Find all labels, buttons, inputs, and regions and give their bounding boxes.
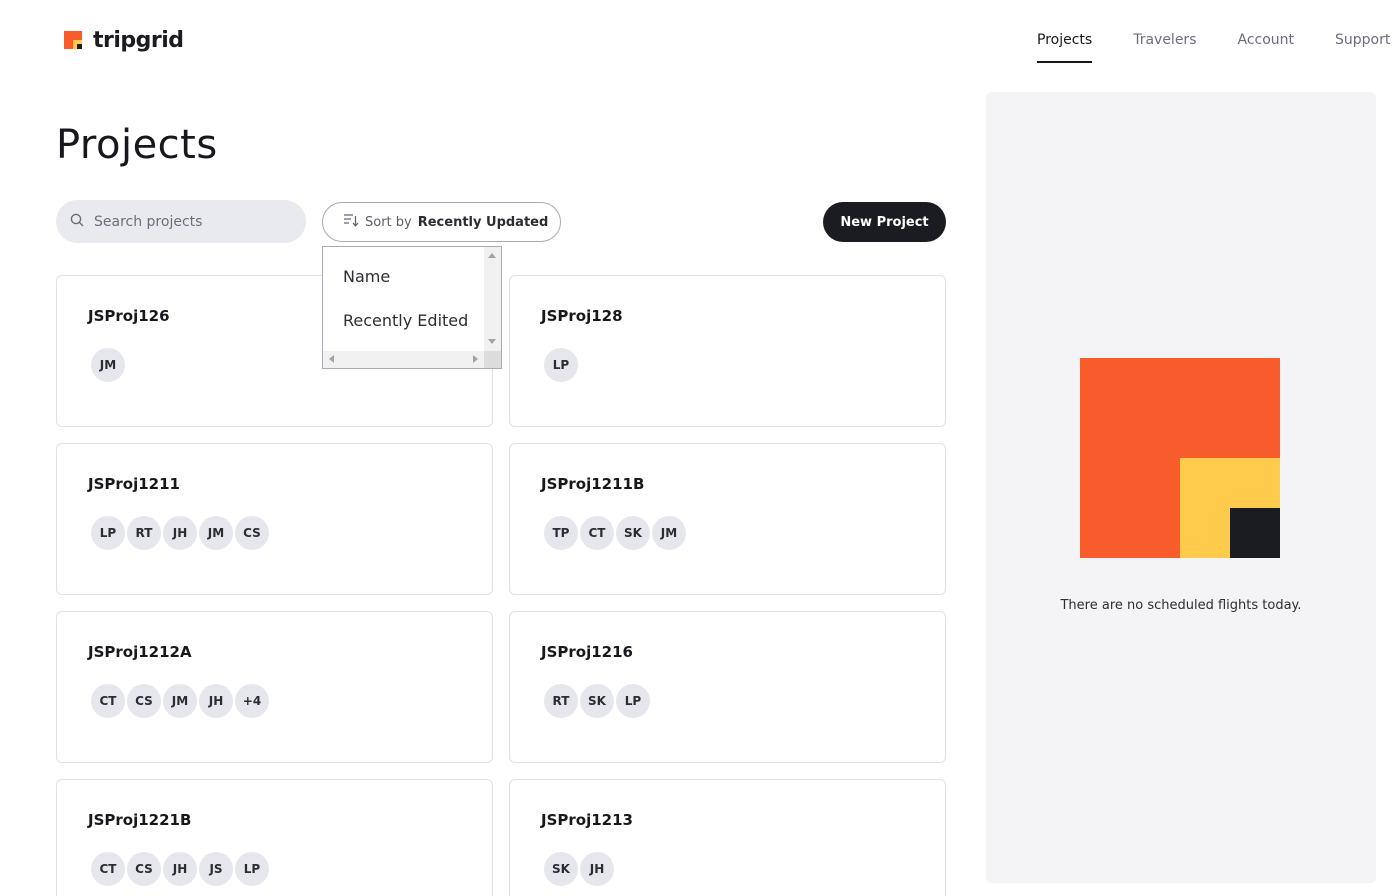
avatar: SK: [578, 682, 616, 720]
nav-item-projects[interactable]: Projects: [1037, 32, 1093, 63]
scroll-right-icon[interactable]: [473, 355, 478, 363]
scroll-left-icon[interactable]: [329, 355, 334, 363]
nav-item-travelers[interactable]: Travelers: [1133, 32, 1196, 63]
sort-dropdown: Name Recently Edited: [322, 246, 502, 369]
nav-item-support[interactable]: Support: [1335, 32, 1390, 63]
avatar: TP: [542, 514, 580, 552]
brand-name: tripgrid: [93, 28, 184, 53]
avatar: LP: [542, 346, 580, 384]
avatar: JH: [197, 682, 235, 720]
avatar: JM: [161, 682, 199, 720]
project-card[interactable]: JSProj1216 RT SK LP: [509, 611, 946, 763]
avatar: LP: [89, 514, 127, 552]
new-project-button[interactable]: New Project: [823, 202, 946, 242]
avatar: SK: [542, 850, 580, 888]
project-card[interactable]: JSProj1221B CT CS JH JS LP: [56, 779, 493, 896]
sort-select[interactable]: Sort by Recently Updated: [322, 202, 561, 242]
project-card[interactable]: JSProj1211 LP RT JH JM CS: [56, 443, 493, 595]
sort-option-recently-edited[interactable]: Recently Edited: [343, 311, 468, 330]
member-avatars: SK JH: [542, 850, 945, 888]
member-avatars: LP RT JH JM CS: [89, 514, 492, 552]
page-title: Projects: [56, 122, 218, 168]
avatar: CT: [578, 514, 616, 552]
avatar: CS: [125, 850, 163, 888]
avatar: CS: [125, 682, 163, 720]
avatar: LP: [233, 850, 271, 888]
search-box[interactable]: [56, 200, 306, 243]
sort-option-name[interactable]: Name: [343, 267, 390, 286]
top-nav: Projects Travelers Account Support: [1037, 32, 1390, 63]
member-avatars: TP CT SK JM: [542, 514, 945, 552]
avatar: RT: [125, 514, 163, 552]
flights-panel: There are no scheduled flights today.: [986, 92, 1376, 883]
project-card[interactable]: JSProj128 LP: [509, 275, 946, 427]
avatar: JH: [161, 850, 199, 888]
search-icon: [70, 212, 84, 231]
avatar: RT: [542, 682, 580, 720]
project-title: JSProj1221B: [88, 811, 192, 829]
avatar: SK: [614, 514, 652, 552]
avatar: JM: [89, 346, 127, 384]
project-title: JSProj1212A: [88, 643, 192, 661]
avatar-overflow-count: +4: [233, 682, 271, 720]
avatar: JH: [578, 850, 616, 888]
project-title: JSProj1211B: [541, 475, 645, 493]
member-avatars: CT CS JH JS LP: [89, 850, 492, 888]
project-title: JSProj128: [541, 307, 623, 325]
member-avatars: CT CS JM JH +4: [89, 682, 492, 720]
avatar: JM: [197, 514, 235, 552]
dropdown-vertical-scrollbar[interactable]: [484, 247, 501, 351]
sort-icon: [343, 213, 359, 231]
member-avatars: RT SK LP: [542, 682, 945, 720]
nav-item-account[interactable]: Account: [1237, 32, 1294, 63]
scroll-up-icon[interactable]: [488, 253, 496, 258]
brand-logo[interactable]: tripgrid: [64, 28, 184, 53]
avatar: JM: [650, 514, 688, 552]
scroll-down-icon[interactable]: [488, 339, 496, 344]
avatar: LP: [614, 682, 652, 720]
project-title: JSProj1211: [88, 475, 180, 493]
empty-state-illustration-icon: [1080, 358, 1280, 558]
logo-mark-icon: [64, 30, 84, 51]
member-avatars: LP: [542, 346, 945, 384]
avatar: JH: [161, 514, 199, 552]
sort-prefix: Sort by: [365, 214, 412, 230]
scrollbar-corner: [484, 351, 501, 368]
avatar: CT: [89, 850, 127, 888]
project-title: JSProj1216: [541, 643, 633, 661]
project-title: JSProj1213: [541, 811, 633, 829]
project-card[interactable]: JSProj1213 SK JH: [509, 779, 946, 896]
sort-value: Recently Updated: [417, 214, 549, 230]
avatar: CS: [233, 514, 271, 552]
search-input[interactable]: [94, 213, 284, 230]
project-card[interactable]: JSProj1211B TP CT SK JM: [509, 443, 946, 595]
avatar: CT: [89, 682, 127, 720]
project-card[interactable]: JSProj1212A CT CS JM JH +4: [56, 611, 493, 763]
dropdown-horizontal-scrollbar[interactable]: [323, 351, 485, 368]
avatar: JS: [197, 850, 235, 888]
no-flights-message: There are no scheduled flights today.: [1060, 598, 1302, 613]
